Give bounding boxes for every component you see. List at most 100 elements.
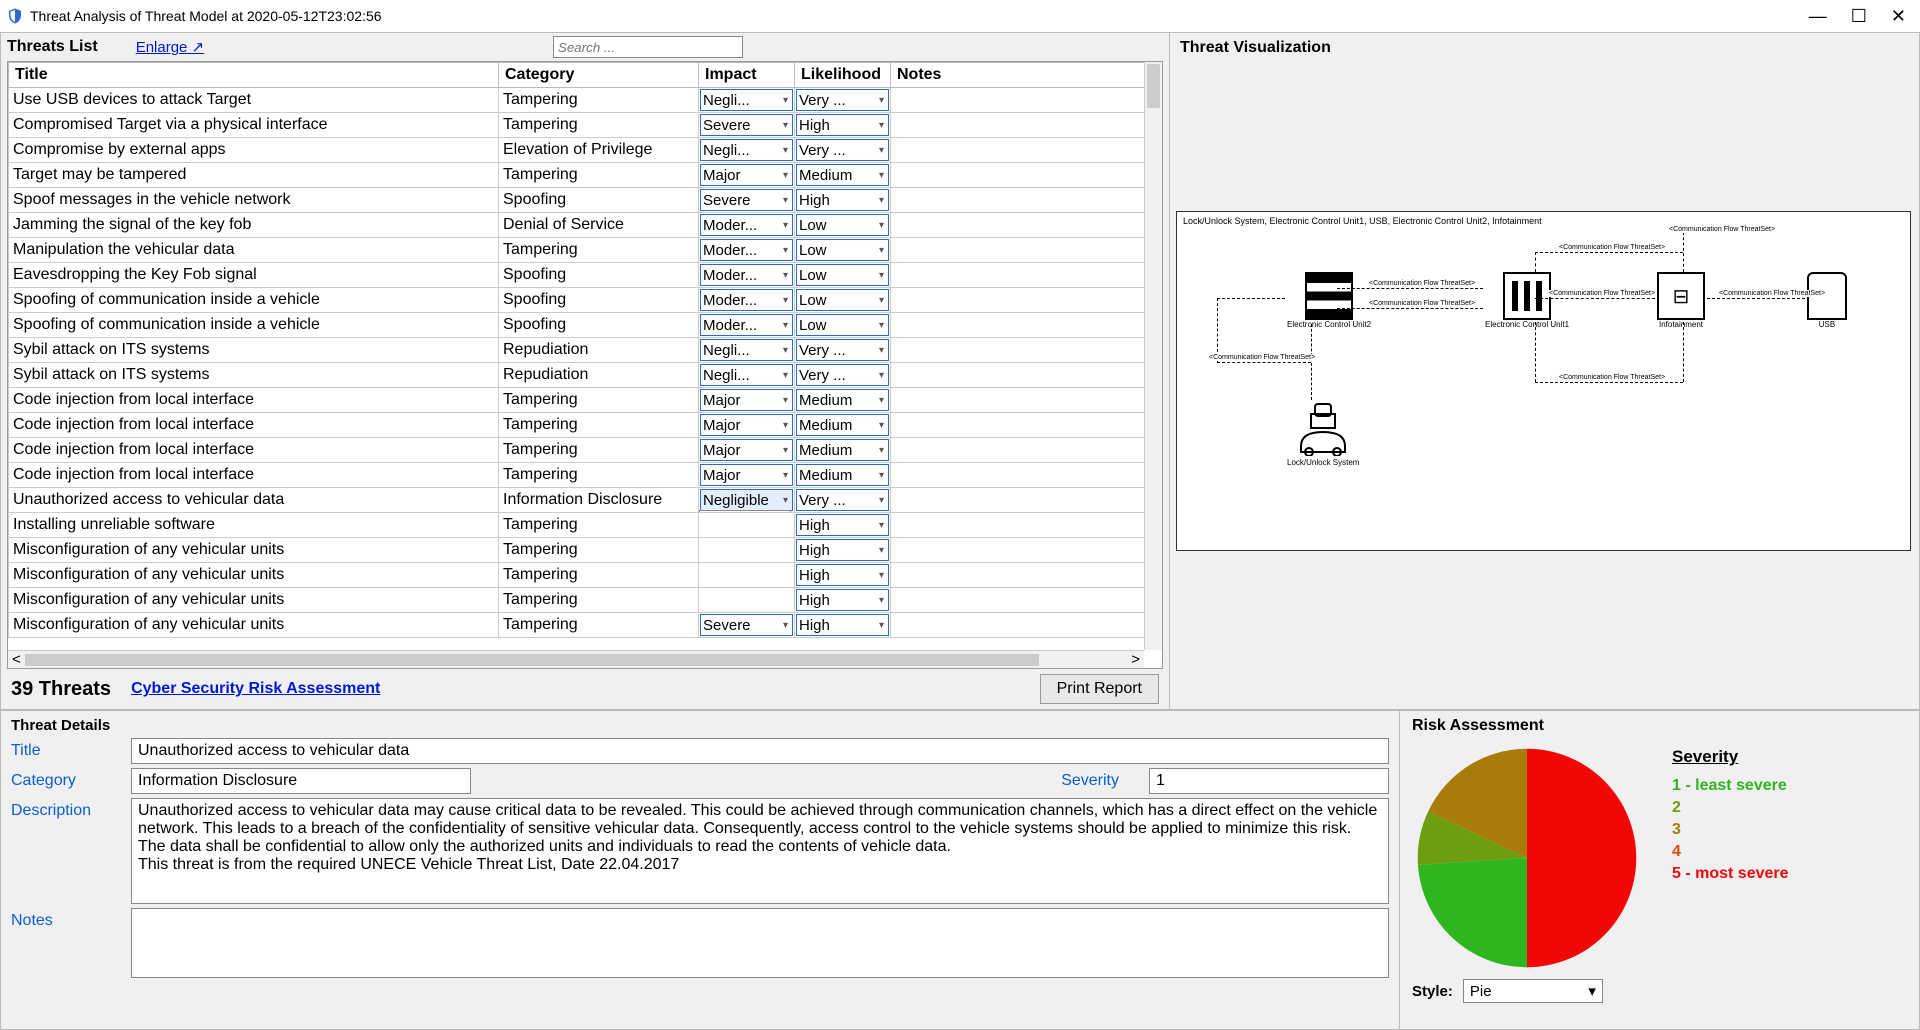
description-field[interactable] (131, 798, 1389, 904)
likelihood-select[interactable]: High▾ (796, 614, 889, 636)
cell-likelihood[interactable]: Medium▾ (795, 463, 891, 488)
table-row[interactable]: Manipulation the vehicular dataTampering… (9, 238, 1162, 263)
print-report-button[interactable]: Print Report (1040, 674, 1159, 704)
cell-impact[interactable]: Major▾ (699, 163, 795, 188)
cell-impact[interactable]: Major▾ (699, 388, 795, 413)
likelihood-select[interactable]: Low▾ (796, 239, 889, 261)
likelihood-select[interactable]: High▾ (796, 189, 889, 211)
table-row[interactable]: Compromised Target via a physical interf… (9, 113, 1162, 138)
cell-impact[interactable]: Major▾ (699, 413, 795, 438)
impact-select[interactable]: Negli...▾ (700, 89, 793, 111)
vertical-scrollbar[interactable] (1144, 62, 1162, 650)
impact-select[interactable]: Major▾ (700, 164, 793, 186)
table-row[interactable]: Use USB devices to attack TargetTamperin… (9, 88, 1162, 113)
likelihood-select[interactable]: Very ...▾ (796, 489, 889, 511)
cell-likelihood[interactable]: High▾ (795, 113, 891, 138)
cell-impact[interactable]: Negli...▾ (699, 363, 795, 388)
cell-impact[interactable] (699, 563, 795, 588)
table-row[interactable]: Spoofing of communication inside a vehic… (9, 288, 1162, 313)
col-category[interactable]: Category (499, 63, 699, 88)
threat-diagram[interactable]: Lock/Unlock System, Electronic Control U… (1176, 211, 1911, 551)
impact-select[interactable]: Severe▾ (700, 614, 793, 636)
impact-dropdown-popup[interactable]: SevereMajorModerateNegligible (699, 510, 791, 513)
car-lock-icon[interactable] (1295, 402, 1351, 456)
cell-impact[interactable] (699, 513, 795, 538)
table-row[interactable]: Unauthorized access to vehicular dataInf… (9, 488, 1162, 513)
window-minimize-button[interactable]: — (1809, 6, 1827, 27)
cell-impact[interactable]: Moder...▾ (699, 288, 795, 313)
cell-impact[interactable]: Major▾ (699, 438, 795, 463)
likelihood-select[interactable]: Low▾ (796, 214, 889, 236)
table-row[interactable]: Sybil attack on ITS systemsRepudiationNe… (9, 338, 1162, 363)
threats-grid[interactable]: Title Category Impact Likelihood Notes U… (7, 61, 1163, 669)
likelihood-select[interactable]: Very ...▾ (796, 364, 889, 386)
notes-field[interactable] (131, 908, 1389, 978)
impact-select[interactable]: Moder...▾ (700, 264, 793, 286)
likelihood-select[interactable]: Low▾ (796, 289, 889, 311)
cell-impact[interactable]: Negli...▾ (699, 88, 795, 113)
cell-impact[interactable] (699, 538, 795, 563)
likelihood-select[interactable]: Low▾ (796, 314, 889, 336)
search-input[interactable] (553, 36, 743, 58)
likelihood-select[interactable]: High▾ (796, 514, 889, 536)
table-row[interactable]: Target may be tamperedTamperingMajor▾Med… (9, 163, 1162, 188)
cell-likelihood[interactable]: High▾ (795, 188, 891, 213)
impact-select[interactable]: Moder...▾ (700, 314, 793, 336)
cell-likelihood[interactable]: Very ...▾ (795, 88, 891, 113)
cell-impact[interactable] (699, 588, 795, 613)
impact-select[interactable]: Moder...▾ (700, 289, 793, 311)
likelihood-select[interactable]: Medium▾ (796, 164, 889, 186)
table-row[interactable]: Code injection from local interfaceTampe… (9, 463, 1162, 488)
impact-select[interactable]: Negli...▾ (700, 139, 793, 161)
impact-select[interactable]: Major▾ (700, 439, 793, 461)
cell-impact[interactable]: Major▾ (699, 463, 795, 488)
dropdown-option[interactable]: Severe (700, 511, 790, 513)
cell-likelihood[interactable]: High▾ (795, 613, 891, 638)
cell-impact[interactable]: Negli...▾ (699, 138, 795, 163)
cell-likelihood[interactable]: Very ...▾ (795, 488, 891, 513)
col-likelihood[interactable]: Likelihood (795, 63, 891, 88)
impact-select[interactable]: Major▾ (700, 464, 793, 486)
cell-impact[interactable]: Negli...▾ (699, 338, 795, 363)
cell-likelihood[interactable]: Very ...▾ (795, 338, 891, 363)
cell-likelihood[interactable]: Very ...▾ (795, 363, 891, 388)
cell-impact[interactable]: Moder...▾ (699, 313, 795, 338)
title-field[interactable] (131, 738, 1389, 764)
cell-likelihood[interactable]: Low▾ (795, 213, 891, 238)
impact-select[interactable]: Major▾ (700, 414, 793, 436)
likelihood-select[interactable]: High▾ (796, 114, 889, 136)
cell-impact[interactable]: Severe▾ (699, 613, 795, 638)
cell-likelihood[interactable]: High▾ (795, 563, 891, 588)
cell-impact[interactable]: Moder...▾ (699, 238, 795, 263)
window-maximize-button[interactable]: ☐ (1851, 6, 1867, 27)
cell-likelihood[interactable]: Medium▾ (795, 438, 891, 463)
ecu1-node-icon[interactable] (1503, 272, 1551, 320)
impact-select[interactable]: Severe▾ (700, 114, 793, 136)
likelihood-select[interactable]: Medium▾ (796, 464, 889, 486)
window-close-button[interactable]: ✕ (1891, 6, 1906, 27)
cell-likelihood[interactable]: Medium▾ (795, 163, 891, 188)
cell-impact[interactable]: Negligible▾SevereMajorModerateNegligible (699, 488, 795, 513)
cell-likelihood[interactable]: Very ...▾ (795, 138, 891, 163)
table-row[interactable]: Eavesdropping the Key Fob signalSpoofing… (9, 263, 1162, 288)
cell-likelihood[interactable]: Medium▾ (795, 388, 891, 413)
likelihood-select[interactable]: Medium▾ (796, 414, 889, 436)
cell-likelihood[interactable]: High▾ (795, 588, 891, 613)
likelihood-select[interactable]: Very ...▾ (796, 339, 889, 361)
cell-impact[interactable]: Moder...▾ (699, 263, 795, 288)
impact-select[interactable]: Negligible▾ (700, 489, 793, 511)
likelihood-select[interactable]: Very ...▾ (796, 89, 889, 111)
table-row[interactable]: Jamming the signal of the key fobDenial … (9, 213, 1162, 238)
likelihood-select[interactable]: High▾ (796, 539, 889, 561)
cell-impact[interactable]: Severe▾ (699, 188, 795, 213)
cell-likelihood[interactable]: Low▾ (795, 313, 891, 338)
table-row[interactable]: Misconfiguration of any vehicular unitsT… (9, 588, 1162, 613)
impact-select[interactable]: Negli...▾ (700, 339, 793, 361)
likelihood-select[interactable]: Very ...▾ (796, 139, 889, 161)
enlarge-link[interactable]: Enlarge ↗ (136, 38, 204, 56)
likelihood-select[interactable]: Medium▾ (796, 439, 889, 461)
table-row[interactable]: Compromise by external appsElevation of … (9, 138, 1162, 163)
impact-select[interactable]: Moder...▾ (700, 214, 793, 236)
table-row[interactable]: Sybil attack on ITS systemsRepudiationNe… (9, 363, 1162, 388)
table-row[interactable]: Code injection from local interfaceTampe… (9, 438, 1162, 463)
